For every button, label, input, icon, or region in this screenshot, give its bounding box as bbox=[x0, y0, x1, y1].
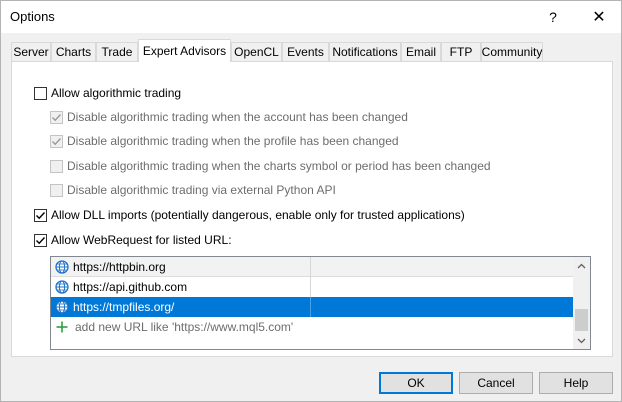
close-button[interactable]: ✕ bbox=[577, 1, 621, 33]
globe-icon bbox=[55, 300, 69, 314]
check-icon bbox=[52, 137, 62, 145]
tab-ftp[interactable]: FTP bbox=[441, 42, 481, 61]
disable-via-python-label: Disable algorithmic trading via external… bbox=[67, 183, 336, 197]
disable-on-symbol-change-checkbox bbox=[50, 159, 63, 173]
ok-button[interactable]: OK bbox=[379, 372, 453, 394]
tab-trade[interactable]: Trade bbox=[96, 42, 138, 61]
disable-on-account-change-option: Disable algorithmic trading when the acc… bbox=[50, 109, 408, 125]
url-text: https://httpbin.org bbox=[73, 259, 166, 274]
scroll-thumb[interactable] bbox=[575, 309, 588, 331]
cancel-button[interactable]: Cancel bbox=[459, 372, 533, 394]
url-row[interactable]: https://httpbin.org bbox=[51, 257, 575, 277]
add-url-placeholder: add new URL like 'https://www.mql5.com' bbox=[75, 320, 294, 334]
disable-via-python-checkbox bbox=[50, 183, 63, 197]
options-dialog: Options ? ✕ Server Charts Trade Expert A… bbox=[0, 0, 622, 402]
check-icon bbox=[36, 236, 46, 244]
url-row-selected[interactable]: https://tmpfiles.org/ bbox=[51, 297, 575, 317]
window-title: Options bbox=[10, 9, 55, 24]
disable-on-profile-change-checkbox bbox=[50, 134, 63, 148]
tab-community[interactable]: Community bbox=[481, 42, 543, 61]
disable-on-profile-change-option: Disable algorithmic trading when the pro… bbox=[50, 133, 399, 149]
url-text: https://api.github.com bbox=[73, 280, 188, 294]
allow-webrequest-checkbox[interactable] bbox=[34, 233, 47, 247]
disable-on-account-change-checkbox bbox=[50, 110, 63, 124]
allow-webrequest-label: Allow WebRequest for listed URL: bbox=[51, 233, 232, 247]
help-button[interactable]: Help bbox=[539, 372, 613, 394]
plus-icon bbox=[56, 321, 68, 333]
allow-dll-imports-option[interactable]: Allow DLL imports (potentially dangerous… bbox=[34, 207, 465, 223]
allow-webrequest-option[interactable]: Allow WebRequest for listed URL: bbox=[34, 232, 232, 248]
disable-on-profile-change-label: Disable algorithmic trading when the pro… bbox=[67, 134, 399, 148]
help-title-button[interactable]: ? bbox=[531, 1, 575, 33]
tab-notifications[interactable]: Notifications bbox=[329, 42, 401, 61]
tab-server[interactable]: Server bbox=[11, 42, 51, 61]
disable-on-symbol-change-option: Disable algorithmic trading when the cha… bbox=[50, 158, 491, 174]
allow-dll-imports-label: Allow DLL imports (potentially dangerous… bbox=[51, 208, 465, 222]
disable-on-symbol-change-label: Disable algorithmic trading when the cha… bbox=[67, 159, 491, 173]
allow-algo-trading-option[interactable]: Allow algorithmic trading bbox=[34, 85, 181, 101]
url-list[interactable]: https://httpbin.org https://api.github.c… bbox=[50, 256, 591, 350]
check-icon bbox=[52, 113, 62, 121]
title-bar: Options ? ✕ bbox=[1, 1, 621, 33]
tab-email[interactable]: Email bbox=[401, 42, 441, 61]
scroll-up-button[interactable] bbox=[573, 257, 590, 274]
tab-events[interactable]: Events bbox=[282, 42, 329, 61]
globe-icon bbox=[55, 259, 69, 274]
allow-algo-trading-label: Allow algorithmic trading bbox=[51, 86, 182, 100]
allow-dll-imports-checkbox[interactable] bbox=[34, 208, 47, 222]
expert-advisors-panel: Allow algorithmic trading Disable algori… bbox=[11, 61, 613, 357]
globe-icon bbox=[55, 280, 69, 294]
add-url-row[interactable]: add new URL like 'https://www.mql5.com' bbox=[51, 317, 575, 337]
chevron-down-icon bbox=[577, 338, 586, 343]
allow-algo-trading-checkbox[interactable] bbox=[34, 86, 47, 100]
disable-on-account-change-label: Disable algorithmic trading when the acc… bbox=[67, 110, 408, 124]
tab-opencl[interactable]: OpenCL bbox=[231, 42, 282, 61]
url-row[interactable]: https://api.github.com bbox=[51, 277, 575, 297]
scroll-down-button[interactable] bbox=[573, 332, 590, 349]
url-text: https://tmpfiles.org/ bbox=[73, 300, 175, 314]
tab-charts[interactable]: Charts bbox=[51, 42, 96, 61]
check-icon bbox=[36, 211, 46, 219]
tab-expert-advisors[interactable]: Expert Advisors bbox=[138, 39, 231, 62]
chevron-up-icon bbox=[577, 263, 586, 268]
disable-via-python-option: Disable algorithmic trading via external… bbox=[50, 182, 336, 198]
url-list-scrollbar[interactable] bbox=[573, 257, 590, 349]
